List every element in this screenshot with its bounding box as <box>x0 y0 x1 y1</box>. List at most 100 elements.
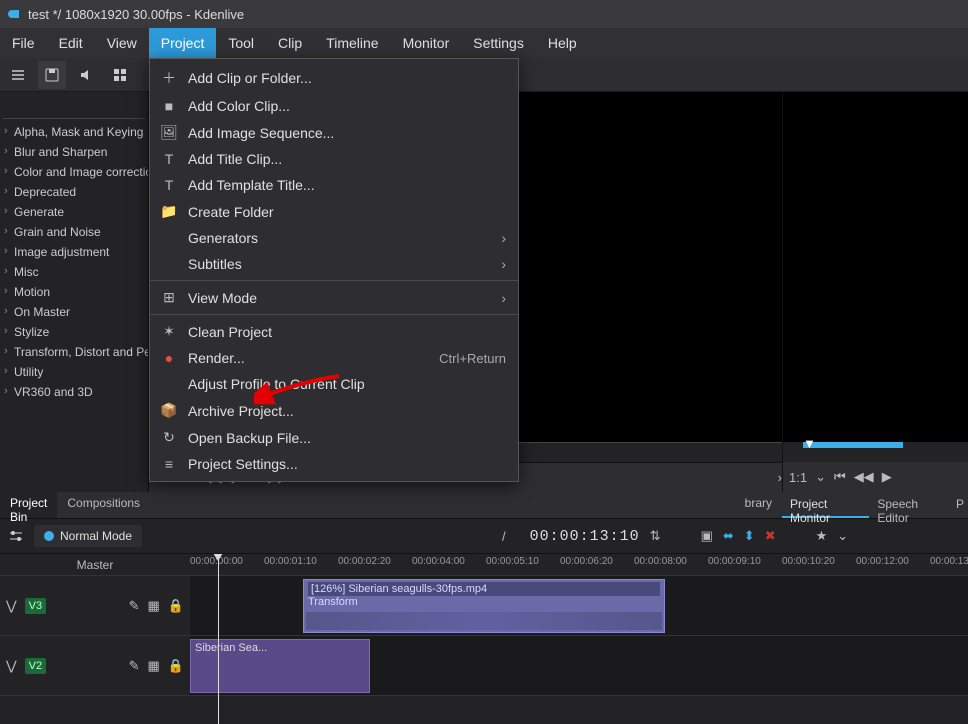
effect-category[interactable]: Utility <box>0 362 148 382</box>
menu-item-project-settings[interactable]: ≡ Project Settings... <box>150 451 518 477</box>
collapse-icon[interactable]: ⋁ <box>6 598 17 614</box>
menu-view[interactable]: View <box>95 28 149 58</box>
chevron-down-icon[interactable]: ⌄ <box>815 469 826 485</box>
effect-category[interactable]: VR360 and 3D <box>0 382 148 402</box>
mute-icon[interactable]: ✎ <box>129 598 140 614</box>
menu-item-subtitles[interactable]: Subtitles › <box>150 251 518 277</box>
menu-item-archive-project[interactable]: 📦 Archive Project... <box>150 397 518 424</box>
insert-icon[interactable]: ⬌ <box>723 528 734 544</box>
ruler-ticks[interactable]: 00:00:00:00 00:00:01:10 00:00:02:20 00:0… <box>190 554 968 575</box>
effect-category[interactable]: Deprecated <box>0 182 148 202</box>
skip-back-icon[interactable]: ⏮ <box>834 469 846 485</box>
menu-item-clean-project[interactable]: ✶ Clean Project <box>150 318 518 345</box>
overwrite-icon[interactable]: ⬍ <box>744 528 755 544</box>
lock-icon[interactable]: 🔒 <box>168 598 184 614</box>
effect-category[interactable]: Transform, Distort and Perspective <box>0 342 148 362</box>
effect-category[interactable]: Alpha, Mask and Keying <box>0 122 148 142</box>
track-label[interactable]: V2 <box>25 658 46 674</box>
submenu-arrow-icon: › <box>501 230 506 246</box>
effects-tree[interactable]: Alpha, Mask and Keying Blur and Sharpen … <box>0 122 148 492</box>
zone-icon[interactable]: ▣ <box>701 528 713 544</box>
effects-search[interactable] <box>3 95 145 119</box>
menu-item-render[interactable]: ● Render... Ctrl+Return <box>150 345 518 371</box>
tab-library[interactable]: brary <box>735 492 782 518</box>
effect-category[interactable]: Image adjustment <box>0 242 148 262</box>
save-icon[interactable] <box>38 61 66 89</box>
play-icon[interactable]: ▶ <box>882 469 892 485</box>
settings-icon[interactable] <box>8 528 24 544</box>
timeline-clip[interactable]: [126%] Siberian seagulls-30fps.mp4 Trans… <box>303 579 665 633</box>
menu-item-add-color-clip[interactable]: ■ Add Color Clip... <box>150 93 518 119</box>
favorite-icon[interactable]: ★ <box>816 528 828 544</box>
track-header-v2[interactable]: ⋁ V2 ✎ ▦ 🔒 <box>0 636 190 695</box>
track-row-v3: ⋁ V3 ✎ ▦ 🔒 [126%] Siberian seagulls-30fp… <box>0 576 968 636</box>
hamburger-icon[interactable] <box>4 61 32 89</box>
menu-item-add-title-clip[interactable]: T Add Title Clip... <box>150 146 518 172</box>
menu-edit[interactable]: Edit <box>47 28 95 58</box>
grid-icon[interactable] <box>106 61 134 89</box>
timecode-display[interactable]: 00:00:13:10 <box>530 528 640 545</box>
master-label[interactable]: Master <box>0 554 190 575</box>
extract-icon[interactable]: ✖ <box>765 528 776 544</box>
archive-icon: 📦 <box>160 402 178 419</box>
playhead-marker-icon[interactable]: ▼ <box>803 436 816 451</box>
tab-project-bin[interactable]: Project Bin <box>0 492 57 518</box>
effect-category[interactable]: Grain and Noise <box>0 222 148 242</box>
effect-category[interactable]: Motion <box>0 282 148 302</box>
menu-item-view-mode[interactable]: ⊞ View Mode › <box>150 284 518 311</box>
tick: 00:00:05:10 <box>486 556 539 567</box>
film-icon[interactable]: ▦ <box>148 598 160 614</box>
menu-item-add-clip[interactable]: ＋ Add Clip or Folder... <box>150 63 518 93</box>
menu-item-add-image-sequence[interactable]: 🖼 Add Image Sequence... <box>150 119 518 146</box>
menu-item-adjust-profile[interactable]: Adjust Profile to Current Clip <box>150 371 518 397</box>
menu-settings[interactable]: Settings <box>461 28 536 58</box>
effect-category[interactable]: Color and Image correction <box>0 162 148 182</box>
menu-item-create-folder[interactable]: 📁 Create Folder <box>150 198 518 225</box>
tab-speech-editor[interactable]: Speech Editor <box>869 492 952 518</box>
edit-mode-button[interactable]: Normal Mode <box>34 525 142 547</box>
effect-category[interactable]: Generate <box>0 202 148 222</box>
menu-tool[interactable]: Tool <box>216 28 266 58</box>
mute-icon[interactable]: ✎ <box>129 658 140 674</box>
effect-category[interactable]: Blur and Sharpen <box>0 142 148 162</box>
tick: 00:00:06:20 <box>560 556 613 567</box>
effect-category[interactable]: Stylize <box>0 322 148 342</box>
menu-timeline[interactable]: Timeline <box>314 28 390 58</box>
track-body-v3[interactable]: [126%] Siberian seagulls-30fps.mp4 Trans… <box>190 576 968 635</box>
menu-monitor[interactable]: Monitor <box>391 28 462 58</box>
menu-item-add-template-title[interactable]: T Add Template Title... <box>150 172 518 198</box>
playhead[interactable] <box>218 554 219 724</box>
volume-icon[interactable] <box>72 61 100 89</box>
separator: / <box>502 529 506 544</box>
menu-shortcut: Ctrl+Return <box>439 351 506 366</box>
project-monitor-ruler[interactable]: ▼ <box>783 442 968 462</box>
effect-category[interactable]: On Master <box>0 302 148 322</box>
tab-more[interactable]: P <box>952 492 968 518</box>
menu-separator <box>150 280 518 281</box>
settings-icon: ≡ <box>160 456 178 472</box>
track-label[interactable]: V3 <box>25 598 46 614</box>
collapse-icon[interactable]: ⋁ <box>6 658 17 674</box>
menu-help[interactable]: Help <box>536 28 589 58</box>
stepper-icon[interactable]: ⇅ <box>650 528 661 544</box>
right-tab-strip: Project Monitor Speech Editor P <box>782 492 968 518</box>
film-icon[interactable]: ▦ <box>148 658 160 674</box>
track-body-v2[interactable]: Siberian Sea... <box>190 636 968 695</box>
track-header-v3[interactable]: ⋁ V3 ✎ ▦ 🔒 <box>0 576 190 635</box>
clip-effect-label: Transform <box>308 596 660 608</box>
zoom-ratio[interactable]: 1:1 <box>789 470 807 485</box>
menu-item-generators[interactable]: Generators › <box>150 225 518 251</box>
menu-clip[interactable]: Clip <box>266 28 314 58</box>
tab-project-monitor[interactable]: Project Monitor <box>782 492 869 518</box>
menu-file[interactable]: File <box>0 28 47 58</box>
lock-icon[interactable]: 🔒 <box>168 658 184 674</box>
tab-compositions[interactable]: Compositions <box>57 492 150 518</box>
rewind-icon[interactable]: ◀◀ <box>854 469 874 485</box>
project-menu-dropdown: ＋ Add Clip or Folder... ■ Add Color Clip… <box>149 58 519 482</box>
timeline-clip[interactable]: Siberian Sea... <box>190 639 370 693</box>
chevron-down-icon[interactable]: ⌄ <box>837 528 848 544</box>
effect-category[interactable]: Misc <box>0 262 148 282</box>
timeline-ruler[interactable]: Master 00:00:00:00 00:00:01:10 00:00:02:… <box>0 554 968 576</box>
menu-project[interactable]: Project <box>149 28 217 58</box>
menu-item-open-backup[interactable]: ↻ Open Backup File... <box>150 424 518 451</box>
